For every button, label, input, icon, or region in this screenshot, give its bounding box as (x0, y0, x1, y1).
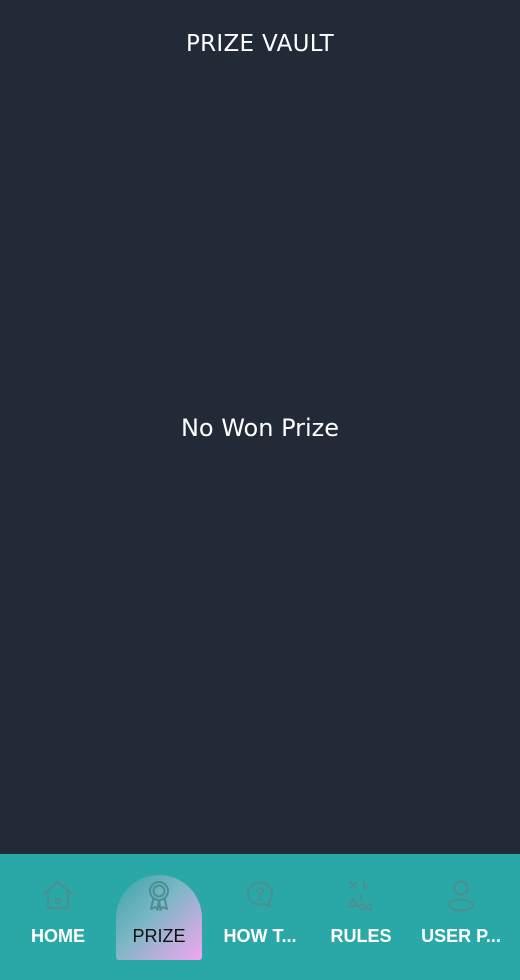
page-title: PRIZE VAULT (185, 31, 335, 57)
nav-item-home[interactable]: HOME (14, 854, 102, 980)
nav-item-rules[interactable]: RULES (318, 854, 404, 980)
award-icon (140, 876, 178, 914)
help-bubble-icon (241, 876, 279, 914)
nav-label-prize: PRIZE (132, 926, 186, 946)
rules-shapes-icon (342, 876, 380, 914)
nav-label-how-to: HOW T... (223, 926, 297, 946)
home-icon (39, 876, 77, 914)
nav-label-user-profile: USER P... (421, 926, 501, 946)
nav-item-prize[interactable]: PRIZE (116, 854, 202, 980)
nav-label-rules: RULES (330, 926, 392, 946)
nav-item-how-to[interactable]: HOW T... (214, 854, 306, 980)
user-icon (442, 876, 480, 914)
nav-label-home: HOME (31, 926, 85, 946)
empty-state-message: No Won Prize (180, 414, 340, 442)
bottom-nav: HOME PRIZE HOW T... RULES USER P... (0, 854, 520, 980)
nav-item-user-profile[interactable]: USER P... (416, 854, 506, 980)
